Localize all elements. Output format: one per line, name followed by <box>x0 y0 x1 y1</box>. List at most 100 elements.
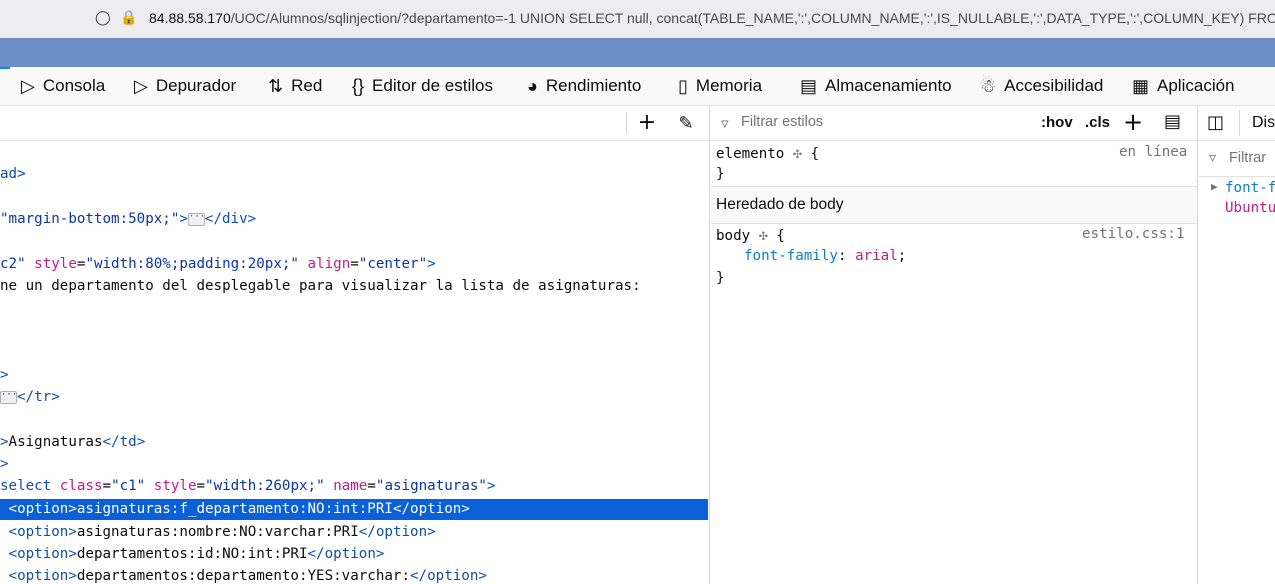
attr-value: "asignaturas" <box>375 478 487 494</box>
tag-name: option <box>427 568 479 584</box>
tag-name: tr <box>34 389 52 405</box>
tab-label: Memoria <box>695 76 763 95</box>
attr-value: c2" <box>0 256 26 272</box>
markup-line[interactable]: <option>asignaturas:nombre:NO:varchar:PR… <box>0 521 436 543</box>
rule-selector[interactable]: body ✣ { <box>716 226 785 244</box>
tag-name: div <box>222 211 248 227</box>
attr-value: "c1" <box>111 478 146 494</box>
property-value[interactable]: arial <box>855 248 898 264</box>
declaration[interactable]: font-family: arial; <box>744 248 906 264</box>
url-bar[interactable]: ◯ 🔒 84.88.58.170/UOC/Alumnos/sqlinjectio… <box>0 0 1275 39</box>
attr-value: "center" <box>358 256 428 272</box>
markup-view[interactable]: + ✎ ad> "margin-bottom:50px;">···</div> … <box>0 106 709 584</box>
storage-icon: ▤ <box>800 75 818 96</box>
attr-name: style <box>153 478 197 494</box>
tab-almacenamiento[interactable]: ▤ Almacenamiento <box>800 67 952 105</box>
sidebar-filter-bar: ▿ Filtrar <box>1199 140 1275 177</box>
toolbar-separator <box>626 112 627 134</box>
tab-label: Consola <box>42 76 106 95</box>
tag-name: option <box>17 568 69 584</box>
selector-text: body <box>716 228 751 244</box>
computed-property[interactable]: font-f <box>1225 180 1275 196</box>
tab-memoria[interactable]: ▯ Memoria <box>678 67 762 105</box>
selected-markup-line[interactable]: <option>asignaturas:f_departamento:NO:in… <box>0 498 470 520</box>
sidebar-filter-input[interactable]: Filtrar <box>1229 150 1266 166</box>
computed-sidebar: ◫ Dis ▿ Filtrar ▶ font-f Ubuntu <box>1199 106 1275 584</box>
sidebar-separator <box>1239 110 1240 136</box>
cls-toggle-button[interactable]: .cls <box>1085 114 1110 131</box>
markup-line[interactable]: >Asignaturas</td> <box>0 431 145 453</box>
ellipsis-icon[interactable]: ··· <box>187 212 205 226</box>
rules-view: ▿ Filtrar estilos :hov .cls + ▤ elemento… <box>711 106 1197 584</box>
print-media-icon[interactable]: ▤ <box>1164 111 1181 132</box>
url-text[interactable]: 84.88.58.170/UOC/Alumnos/sqlinjection/?d… <box>149 10 1275 26</box>
inherited-header: Heredado de body <box>711 186 1197 224</box>
pane-divider[interactable] <box>1197 106 1198 584</box>
attr-name: style <box>34 256 77 272</box>
rule-source[interactable]: en línea <box>1119 144 1187 160</box>
markup-line[interactable]: <option>departamentos:departamento:YES:v… <box>0 565 487 584</box>
tab-aplicacion[interactable]: ▦ Aplicación <box>1132 67 1235 105</box>
tab-red[interactable]: ⇅ Red <box>268 67 322 105</box>
styles-filter-bar: ▿ Filtrar estilos :hov .cls + ▤ <box>711 106 1197 141</box>
attr-name: name <box>333 478 368 494</box>
rule-close-brace: } <box>716 270 725 286</box>
tab-editor-de-estilos[interactable]: {} Editor de estilos <box>352 67 493 105</box>
style-editor-icon: {} <box>352 75 365 96</box>
attr-name: align <box>307 256 351 272</box>
filter-icon: ▿ <box>1209 150 1217 166</box>
markup-line[interactable]: select class="c1" style="width:260px;" n… <box>0 475 496 497</box>
pane-divider[interactable] <box>709 106 710 584</box>
devtools-toolbar: ▷ Consola ▷ Depurador ⇅ Red {} Editor de est… <box>0 67 1275 106</box>
highlighter-icon[interactable]: ✣ <box>759 226 768 244</box>
markup-toolbar: + ✎ <box>0 106 709 141</box>
text-node: departamentos:departamento:YES:varchar: <box>76 568 411 584</box>
tab-label: Accesibilidad <box>1004 76 1104 95</box>
attr-value: "width:260px;" <box>205 478 325 494</box>
tab-label: Almacenamiento <box>825 76 952 95</box>
expand-arrow-icon[interactable]: ▶ <box>1211 180 1218 193</box>
tab-depurador[interactable]: ▷ Depurador <box>134 67 236 105</box>
tag-name: option <box>17 524 69 540</box>
toggle-sidebar-icon[interactable]: ◫ <box>1207 112 1224 133</box>
markup-line[interactable]: c2" style="width:80%;padding:20px;" alig… <box>0 253 436 275</box>
hov-toggle-button[interactable]: :hov <box>1041 114 1073 131</box>
shield-icon[interactable]: ◯ <box>95 10 111 26</box>
styles-filter-input[interactable]: Filtrar estilos <box>741 114 823 130</box>
tab-label: Rendimiento <box>545 76 642 95</box>
property-name[interactable]: font-family <box>744 248 838 264</box>
network-icon: ⇅ <box>268 75 284 96</box>
tab-disposicion[interactable]: Dis <box>1252 114 1275 132</box>
markup-line[interactable]: > <box>0 453 9 475</box>
computed-value: Ubuntu <box>1225 200 1275 216</box>
markup-text-node[interactable]: ne un departamento del desplegable para … <box>0 275 641 297</box>
tab-consola[interactable]: ▷ Consola <box>21 67 105 105</box>
tab-accesibilidad[interactable]: ☃ Accesibilidad <box>980 67 1103 105</box>
add-rule-icon[interactable]: + <box>1123 108 1143 136</box>
eyedropper-icon[interactable]: ✎ <box>674 113 698 134</box>
text-node: departamentos:id:NO:int:PRI <box>76 546 308 562</box>
rule-source[interactable]: estilo.css:1 <box>1082 226 1185 242</box>
ellipsis-icon[interactable]: ··· <box>0 390 17 404</box>
markup-line[interactable]: ad> <box>0 163 26 185</box>
page-content-strip <box>0 38 1275 67</box>
filter-icon: ▿ <box>721 114 729 132</box>
selector-text: elemento <box>716 146 785 162</box>
application-icon: ▦ <box>1132 75 1150 96</box>
tab-label: Aplicación <box>1157 76 1235 95</box>
add-node-icon[interactable]: + <box>635 110 659 135</box>
selected-tab-indicator <box>0 67 10 69</box>
insecure-lock-icon[interactable]: 🔒 <box>120 10 137 26</box>
tag-name: option <box>375 524 428 540</box>
tab-rendimiento[interactable]: ◕ Rendimiento <box>527 67 641 105</box>
tab-label: Editor de estilos <box>372 76 493 95</box>
attr-name: class <box>59 478 103 494</box>
markup-line[interactable]: > <box>0 364 9 386</box>
rule-selector[interactable]: elemento ✣ { <box>716 144 819 162</box>
accessibility-icon: ☃ <box>980 75 997 96</box>
markup-line[interactable]: ···</tr> <box>0 386 60 408</box>
markup-line[interactable]: <option>departamentos:id:NO:int:PRI</opt… <box>0 543 385 565</box>
performance-icon: ◕ <box>527 75 538 96</box>
highlighter-icon[interactable]: ✣ <box>793 144 802 162</box>
markup-line[interactable]: "margin-bottom:50px;">···</div> <box>0 208 256 230</box>
